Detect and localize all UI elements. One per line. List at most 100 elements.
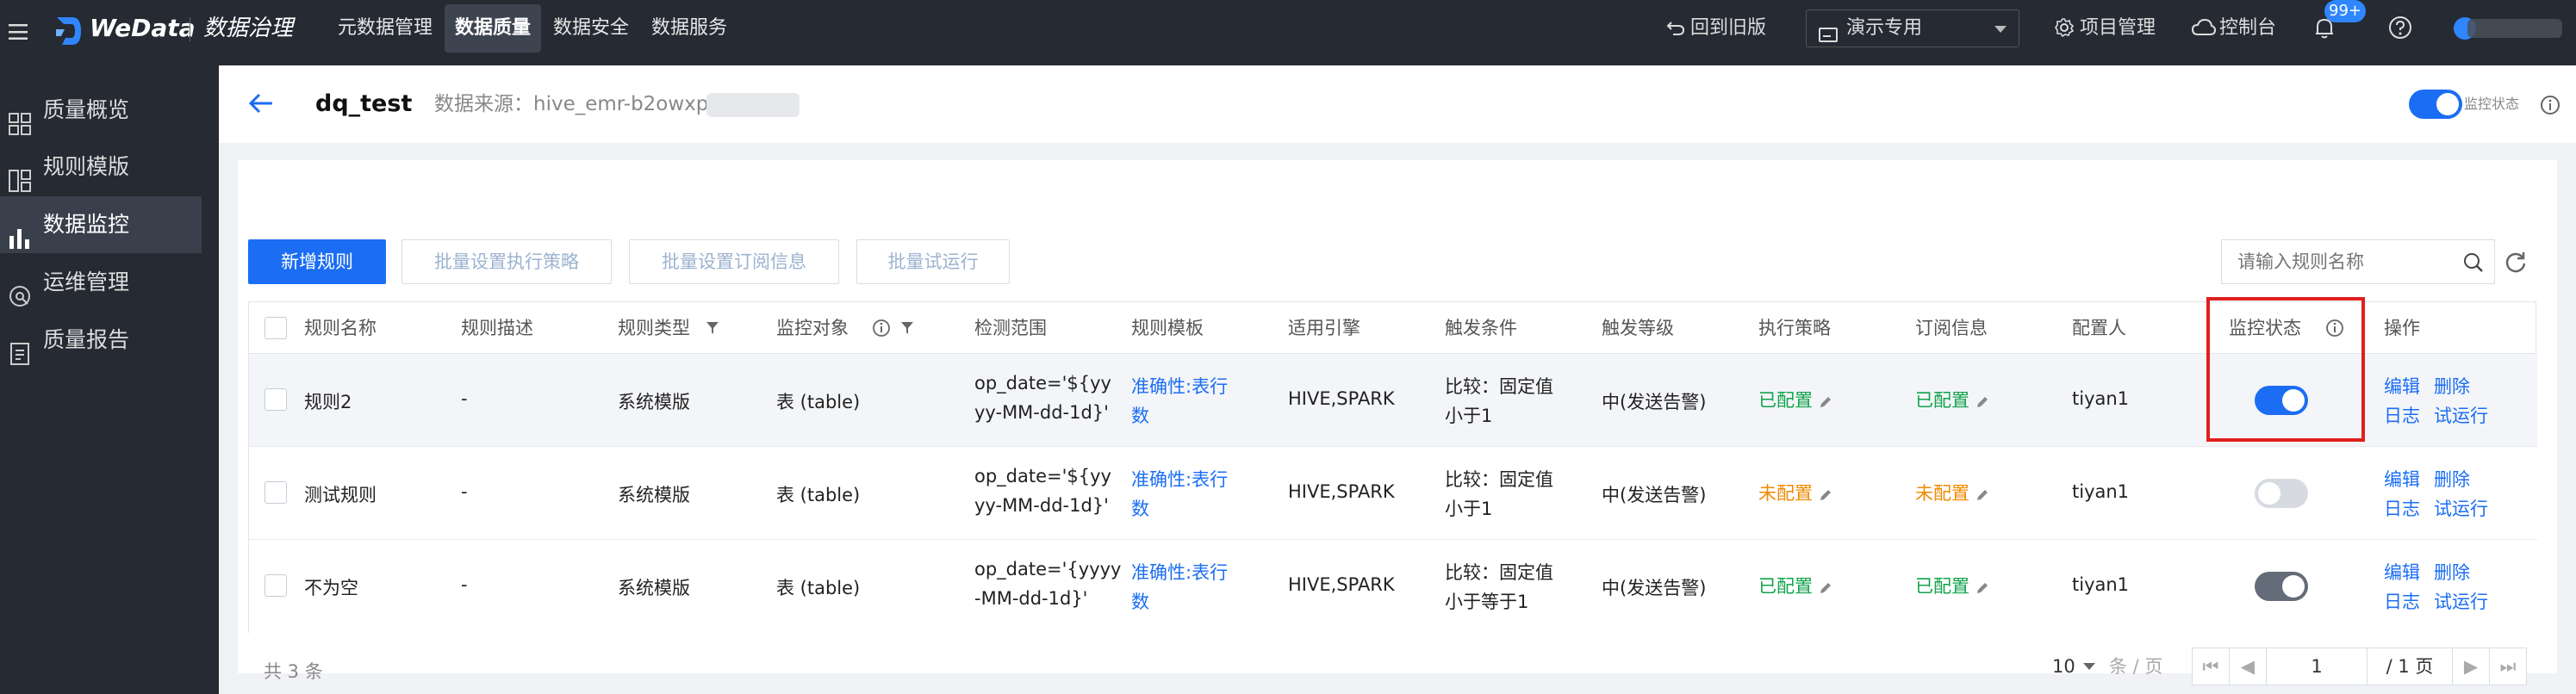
pencil-icon[interactable] [1818, 579, 1833, 595]
row-checkbox[interactable] [264, 388, 287, 411]
col-header: 执行策略 [1758, 318, 1831, 338]
trigger-condition-line1: 比较：固定值 [1445, 376, 1553, 397]
rule-type: 系统模版 [618, 392, 690, 412]
delete-link[interactable]: 删除 [2434, 373, 2470, 399]
batch-strategy-button[interactable]: 批量设置执行策略 [401, 239, 612, 284]
nav-data-service[interactable]: 数据服务 [651, 0, 727, 57]
col-header: 订阅信息 [1915, 318, 1988, 338]
menu-icon[interactable] [9, 24, 28, 40]
last-page-button[interactable]: ⏭ [2489, 648, 2527, 685]
rule-name: 测试规则 [304, 485, 376, 505]
nav-data-quality[interactable]: 数据质量 [445, 4, 542, 53]
info-icon[interactable] [2540, 95, 2560, 115]
page-size-value: 10 [2052, 656, 2075, 677]
page-title: dq_test [315, 90, 413, 117]
pencil-icon[interactable] [1975, 486, 1990, 502]
col-header: 触发条件 [1445, 318, 1517, 338]
pencil-icon[interactable] [1818, 486, 1833, 502]
sidebar-item-ops-mgmt[interactable]: 运维管理 [0, 254, 202, 311]
prev-page-button[interactable]: ◀ [2229, 648, 2267, 685]
bar-chart-icon [9, 214, 31, 249]
subscribe-status[interactable]: 已配置 [1915, 387, 1990, 412]
next-page-button[interactable]: ▶ [2452, 648, 2490, 685]
project-select[interactable]: 演示专用 [1806, 9, 2019, 47]
select-all-checkbox[interactable] [264, 317, 287, 339]
header-monitor-toggle[interactable] [2409, 90, 2462, 119]
sidebar-item-quality-report[interactable]: 质量报告 [0, 312, 202, 369]
info-icon[interactable] [872, 319, 891, 338]
first-page-button[interactable]: ⏮ [2192, 648, 2230, 685]
rule-desc: - [461, 388, 468, 409]
log-link[interactable]: 日志 [2384, 495, 2420, 521]
page-input[interactable] [2266, 648, 2368, 685]
pencil-icon[interactable] [1975, 579, 1990, 595]
rules-table: 规则名称 规则描述 规则类型 监控对象 检测范围 规则模板 适用引擎 触发条件 … [248, 297, 2537, 633]
redacted-source-suffix [706, 93, 800, 117]
rule-template-link[interactable]: 准确性:表行 [1131, 373, 1228, 399]
page-size-select[interactable]: 10 [2052, 648, 2104, 685]
chevron-down-icon [2083, 663, 2095, 670]
product-name: 数据治理 [203, 15, 294, 41]
table-row: 不为空 - 系统模版 表 (table) op_date='{yyyy -MM-… [249, 540, 2537, 633]
filter-icon[interactable] [900, 321, 914, 335]
delete-link[interactable]: 删除 [2434, 559, 2470, 585]
subscribe-status[interactable]: 未配置 [1915, 480, 1990, 505]
project-mgmt-label: 项目管理 [2080, 17, 2156, 39]
search-icon[interactable] [2463, 252, 2484, 273]
trial-run-link[interactable]: 试运行 [2434, 402, 2488, 428]
sidebar-item-rule-templates[interactable]: 规则模版 [0, 139, 202, 195]
batch-trial-button[interactable]: 批量试运行 [856, 239, 1010, 284]
edit-link[interactable]: 编辑 [2384, 466, 2420, 492]
edit-link[interactable]: 编辑 [2384, 559, 2420, 585]
trial-run-link[interactable]: 试运行 [2434, 495, 2488, 521]
notification-badge: 99+ [2324, 0, 2366, 22]
filter-icon[interactable] [706, 321, 719, 335]
rule-template-link-cont[interactable]: 数 [1131, 588, 1149, 614]
col-header: 规则描述 [461, 318, 533, 338]
monitor-toggle[interactable] [2255, 572, 2308, 601]
sidebar-item-label: 运维管理 [43, 270, 130, 294]
subscribe-status[interactable]: 已配置 [1915, 573, 1990, 598]
strategy-status[interactable]: 已配置 [1758, 387, 1833, 412]
template-icon [9, 157, 31, 192]
sidebar-item-quality-overview[interactable]: 质量概览 [0, 82, 202, 139]
delete-link[interactable]: 删除 [2434, 466, 2470, 492]
batch-subscribe-button[interactable]: 批量设置订阅信息 [629, 239, 839, 284]
monitor-toggle[interactable] [2255, 479, 2308, 508]
console-button[interactable]: 控制台 [2191, 0, 2276, 57]
pencil-icon[interactable] [1975, 393, 1990, 409]
per-page-label: 条 / 页 [2109, 656, 2163, 677]
search-input[interactable] [2222, 240, 2455, 283]
nav-metadata[interactable]: 元数据管理 [338, 0, 432, 57]
rule-type: 系统模版 [618, 485, 690, 505]
cloud-icon [2191, 3, 2217, 35]
avatar[interactable] [2454, 15, 2566, 41]
project-mgmt-button[interactable]: 项目管理 [2054, 0, 2156, 57]
refresh-icon[interactable] [2504, 250, 2528, 274]
rule-template-link-cont[interactable]: 数 [1131, 495, 1149, 521]
back-old-version-button[interactable]: 回到旧版 [1666, 0, 1766, 57]
owner: tiyan1 [2072, 574, 2130, 595]
folder-icon [1819, 20, 1838, 42]
main-content: dq_test 数据来源：hive_emr-b2owxp 监控状态 新增规则 批… [219, 65, 2576, 694]
rule-template-link-cont[interactable]: 数 [1131, 402, 1149, 428]
rule-template-link[interactable]: 准确性:表行 [1131, 466, 1228, 492]
log-link[interactable]: 日志 [2384, 402, 2420, 428]
rule-name: 规则2 [304, 392, 352, 412]
row-checkbox[interactable] [264, 574, 287, 597]
log-link[interactable]: 日志 [2384, 588, 2420, 614]
strategy-status[interactable]: 已配置 [1758, 573, 1833, 598]
back-arrow-icon[interactable] [248, 92, 274, 115]
nav-data-security[interactable]: 数据安全 [553, 0, 629, 57]
brand-logo-icon [53, 14, 83, 48]
trial-run-link[interactable]: 试运行 [2434, 588, 2488, 614]
help-icon[interactable] [2388, 15, 2412, 40]
strategy-status[interactable]: 未配置 [1758, 480, 1833, 505]
sidebar-item-data-monitor[interactable]: 数据监控 [0, 196, 202, 253]
edit-link[interactable]: 编辑 [2384, 373, 2420, 399]
row-checkbox[interactable] [264, 481, 287, 504]
rule-desc: - [461, 481, 468, 502]
pencil-icon[interactable] [1818, 393, 1833, 409]
new-rule-button[interactable]: 新增规则 [248, 239, 386, 284]
rule-template-link[interactable]: 准确性:表行 [1131, 559, 1228, 585]
